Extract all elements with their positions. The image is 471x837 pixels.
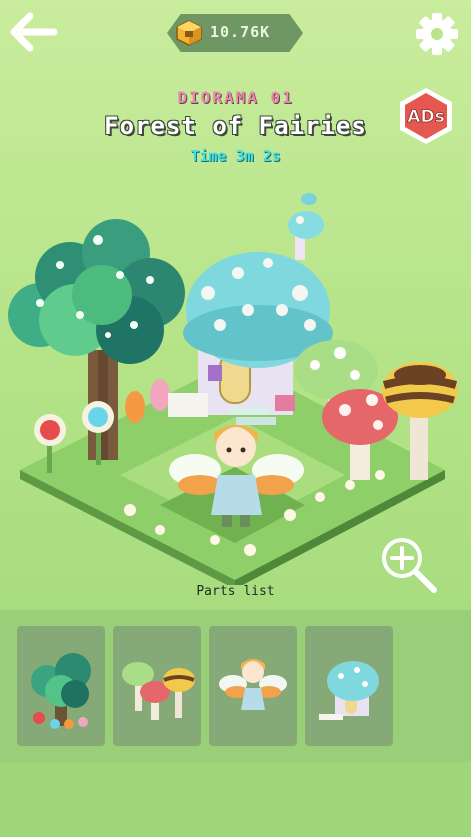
mushroom-house-part-icon (319, 661, 379, 720)
gold-cube-icon (176, 20, 202, 46)
elapsed-time: Time 3m 2s (190, 147, 281, 165)
ads-button[interactable]: ADs (398, 86, 454, 146)
currency-amount: 10.76K (210, 23, 271, 41)
gear-icon (416, 13, 458, 55)
settings-button[interactable] (414, 11, 460, 57)
part-card-mushrooms[interactable] (113, 626, 201, 746)
back-arrow-icon (10, 12, 58, 52)
back-button[interactable] (8, 12, 58, 52)
mushrooms-part-icon (122, 662, 195, 720)
part-card-fairy[interactable] (209, 626, 297, 746)
diorama-scene[interactable] (0, 185, 471, 589)
ads-label: ADs (407, 107, 444, 127)
part-card-tree[interactable] (17, 626, 105, 746)
fairy-part-icon (219, 659, 287, 710)
part-card-mushroom-house[interactable] (305, 626, 393, 746)
tree-part-icon (31, 653, 91, 729)
parts-list-label: Parts list (196, 584, 275, 599)
bottom-area (0, 762, 471, 837)
